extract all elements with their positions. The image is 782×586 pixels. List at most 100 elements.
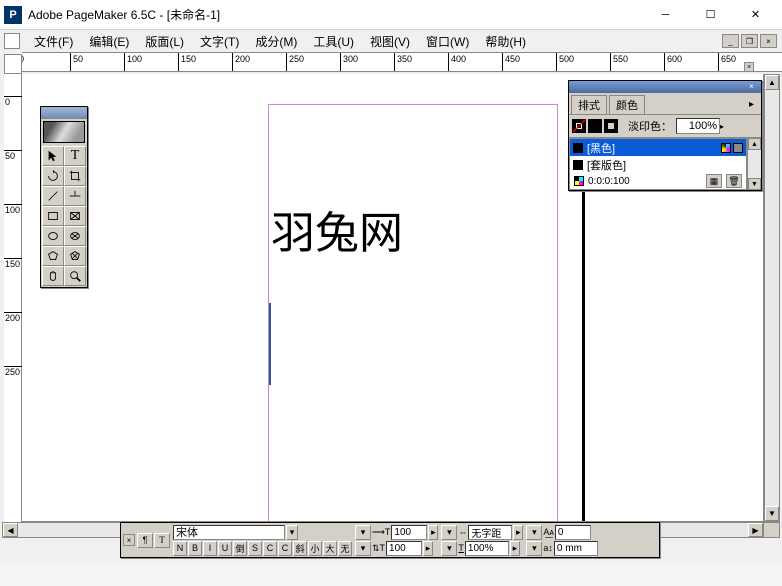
style-倒-button[interactable]: 倒 — [233, 541, 247, 556]
style-大-button[interactable]: 大 — [323, 541, 337, 556]
toolbox-titlebar[interactable] — [41, 107, 87, 119]
new-color-button[interactable]: ▦ — [706, 174, 722, 188]
hand-tool[interactable] — [42, 266, 64, 286]
ruler-tick: 450 — [502, 53, 542, 72]
panel-menu-icon[interactable]: ▸ — [749, 99, 759, 110]
panel-collapse-icon[interactable]: × — [749, 82, 759, 92]
vertical-ruler[interactable]: 050100150200250 — [4, 74, 22, 522]
close-button[interactable]: ✕ — [733, 1, 778, 29]
size-input[interactable] — [391, 525, 427, 540]
hruler-collapse-icon[interactable]: × — [744, 62, 754, 72]
tracking-input[interactable] — [468, 525, 512, 540]
colors-panel-titlebar[interactable]: × — [569, 81, 761, 93]
menu-utilities[interactable]: 工具(U) — [305, 31, 362, 52]
leading-dropdown-icon[interactable]: ▸ — [423, 541, 433, 556]
rectangle-frame-tool[interactable] — [64, 206, 86, 226]
maximize-button[interactable]: ☐ — [688, 1, 733, 29]
tab-colors[interactable]: 颜色 — [609, 95, 645, 114]
para-mode-button[interactable]: ¶ — [137, 533, 153, 548]
colors-panel[interactable]: × 排式 颜色 ▸ 淡印色： ▸ [黑色] [套版色] 0:0:0:100 — [568, 80, 762, 191]
menu-element[interactable]: 成分(M) — [247, 31, 305, 52]
zoom-tool[interactable] — [64, 266, 86, 286]
scroll-down-icon[interactable]: ▼ — [748, 178, 761, 190]
font-dropdown-icon[interactable]: ▾ — [286, 525, 298, 540]
tint-spinner[interactable]: ▸ — [720, 122, 730, 131]
rotate-tool[interactable] — [42, 166, 64, 186]
track-dec-icon[interactable]: ▾ — [441, 525, 457, 540]
fill-swatch[interactable] — [588, 119, 602, 133]
ellipse-frame-tool[interactable] — [64, 226, 86, 246]
ruler-origin[interactable] — [4, 54, 22, 74]
polygon-frame-tool[interactable] — [64, 246, 86, 266]
menu-view[interactable]: 视图(V) — [362, 31, 418, 52]
width-dropdown-icon[interactable]: ▸ — [510, 541, 520, 556]
pointer-tool[interactable] — [42, 146, 64, 166]
kern-dec-icon[interactable]: ▾ — [526, 525, 542, 540]
color-item-black[interactable]: [黑色] — [570, 139, 746, 156]
kern-input[interactable] — [555, 525, 591, 540]
style-i-button[interactable]: I — [203, 541, 217, 556]
color-item-registration[interactable]: [套版色] — [570, 156, 746, 173]
page[interactable]: 羽兔网 — [268, 104, 558, 522]
delete-color-button[interactable]: 🗑 — [726, 174, 742, 188]
toolbox[interactable]: T — [40, 106, 88, 288]
baseline-dec-icon[interactable]: ▾ — [526, 541, 542, 556]
leading-dec-icon[interactable]: ▾ — [355, 541, 371, 556]
style-s-button[interactable]: S — [248, 541, 262, 556]
palette-close-icon[interactable]: × — [123, 534, 135, 546]
style-斜-button[interactable]: 斜 — [293, 541, 307, 556]
menu-help[interactable]: 帮助(H) — [477, 31, 534, 52]
style-无-button[interactable]: 无 — [338, 541, 352, 556]
menu-file[interactable]: 文件(F) — [26, 31, 81, 52]
scroll-down-icon[interactable]: ▼ — [765, 506, 779, 521]
ruler-tick: 200 — [232, 53, 272, 72]
menu-type[interactable]: 文字(T) — [192, 31, 247, 52]
mdi-minimize-button[interactable]: _ — [722, 34, 739, 48]
colors-scrollbar[interactable]: ▲ ▼ — [747, 138, 761, 190]
style-b-button[interactable]: B — [188, 541, 202, 556]
ellipse-tool[interactable] — [42, 226, 64, 246]
size-dec-icon[interactable]: ▾ — [355, 525, 371, 540]
scroll-up-icon[interactable]: ▲ — [765, 75, 779, 90]
horizontal-ruler[interactable]: 050100150200250300350400450500550600650 — [22, 52, 782, 72]
scroll-up-icon[interactable]: ▲ — [748, 138, 761, 150]
menu-layout[interactable]: 版面(L) — [137, 31, 192, 52]
control-palette[interactable]: × ¶ T ▾ NBIU倒SCC斜小大无 ▾ ⟶T ▸ ▾ ⇅T ▸ ▾ ⇔ — [120, 522, 660, 558]
minimize-button[interactable]: ─ — [643, 1, 688, 29]
tint-input[interactable] — [676, 118, 720, 134]
rectangle-tool[interactable] — [42, 206, 64, 226]
color-type-icon — [733, 143, 743, 153]
both-swatch[interactable] — [604, 119, 618, 133]
baseline-input[interactable] — [554, 541, 598, 556]
style-c-button[interactable]: C — [263, 541, 277, 556]
scroll-right-icon[interactable]: ▶ — [748, 523, 763, 537]
char-mode-button[interactable]: T — [154, 533, 170, 548]
font-select[interactable] — [173, 525, 285, 540]
menu-window[interactable]: 窗口(W) — [418, 31, 477, 52]
mdi-close-button[interactable]: × — [760, 34, 777, 48]
style-u-button[interactable]: U — [218, 541, 232, 556]
constrained-line-tool[interactable] — [64, 186, 86, 206]
mdi-restore-button[interactable]: ❐ — [741, 34, 758, 48]
polygon-tool[interactable] — [42, 246, 64, 266]
scroll-left-icon[interactable]: ◀ — [3, 523, 18, 537]
menu-edit[interactable]: 编辑(E) — [81, 31, 137, 52]
ruler-tick: 50 — [4, 150, 22, 190]
width-dec-icon[interactable]: ▾ — [441, 541, 457, 556]
size-dropdown-icon[interactable]: ▸ — [428, 525, 438, 540]
text-frame[interactable]: 羽兔网 — [271, 197, 403, 261]
style-n-button[interactable]: N — [173, 541, 187, 556]
track-dropdown-icon[interactable]: ▸ — [513, 525, 523, 540]
crop-tool[interactable] — [64, 166, 86, 186]
text-tool[interactable]: T — [64, 146, 86, 166]
window-buttons: ─ ☐ ✕ — [643, 1, 778, 29]
style-c-button[interactable]: C — [278, 541, 292, 556]
width-input[interactable] — [465, 541, 509, 556]
text-cursor — [269, 303, 271, 385]
tab-styles[interactable]: 排式 — [571, 95, 607, 114]
vertical-scrollbar[interactable]: ▲ ▼ — [764, 74, 780, 522]
leading-input[interactable] — [386, 541, 422, 556]
style-小-button[interactable]: 小 — [308, 541, 322, 556]
line-tool[interactable] — [42, 186, 64, 206]
stroke-swatch[interactable] — [572, 119, 586, 133]
